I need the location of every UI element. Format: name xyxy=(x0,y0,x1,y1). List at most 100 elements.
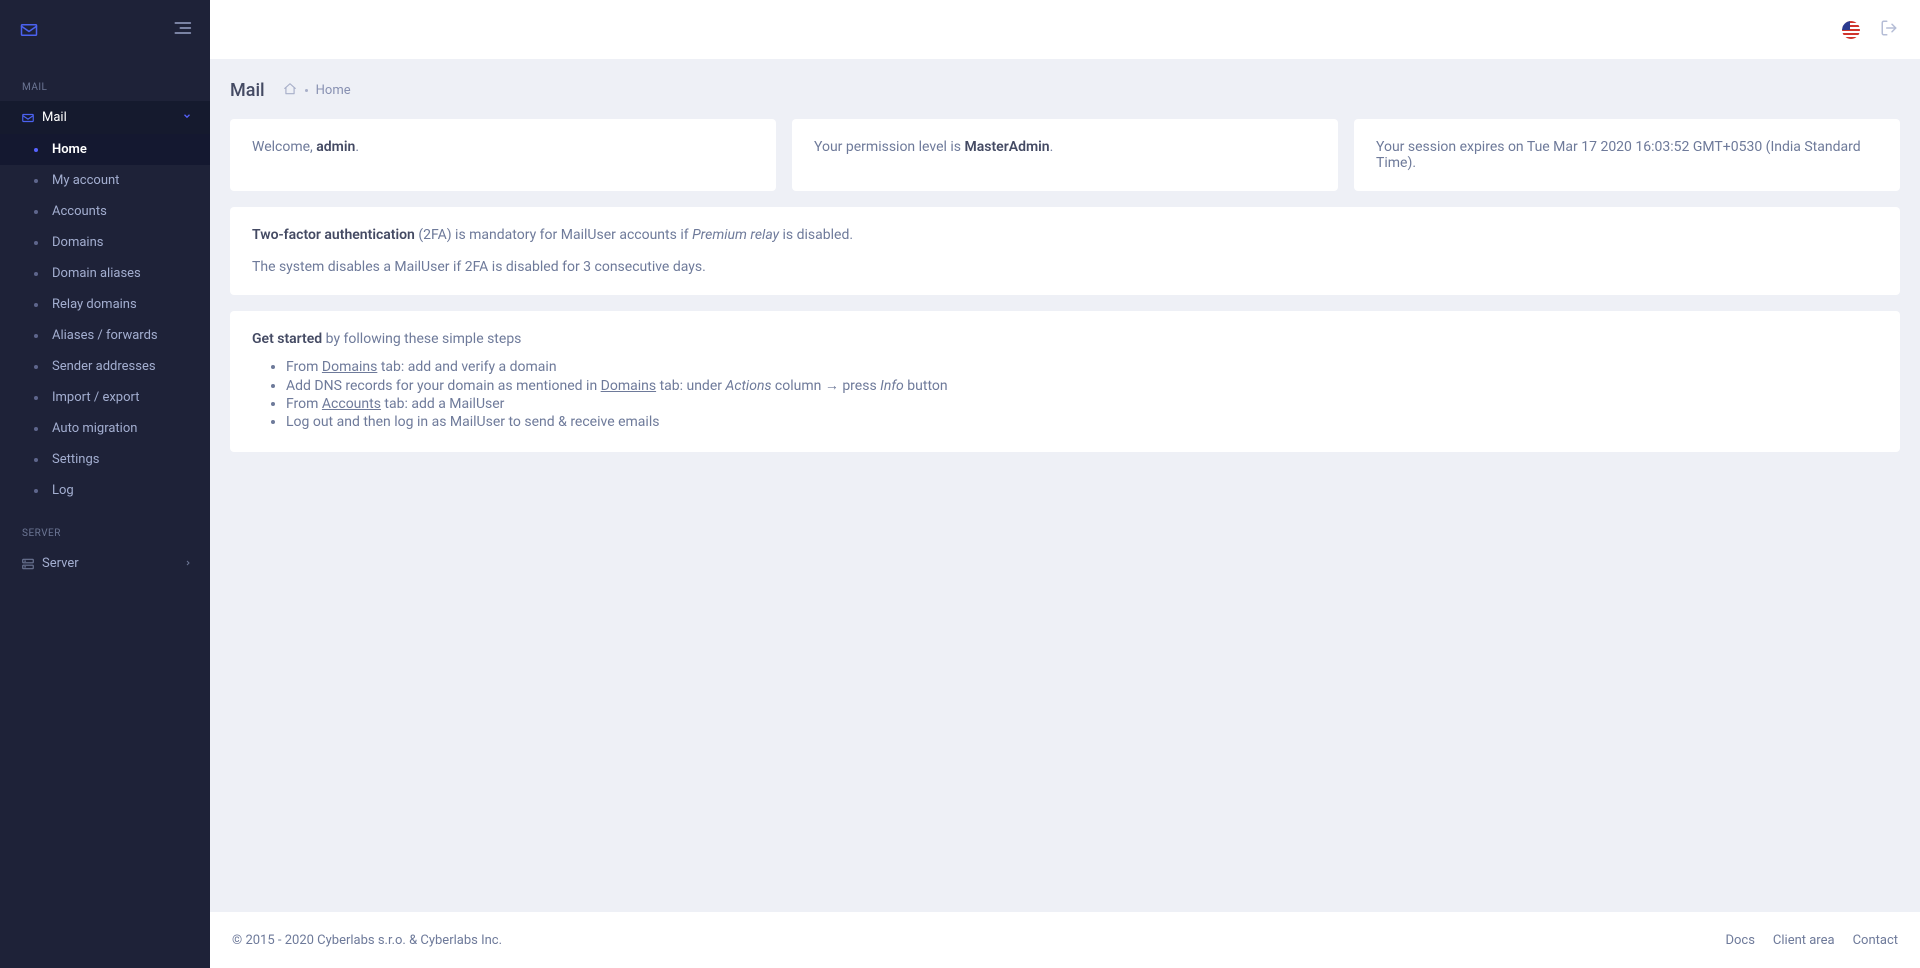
session-text: Your session expires on Tue Mar 17 2020 … xyxy=(1376,139,1861,171)
sidebar-item-settings[interactable]: Settings xyxy=(0,444,210,475)
sidebar-item-label: Domains xyxy=(52,235,103,250)
footer-copyright: © 2015 - 2020 Cyberlabs s.r.o. & Cyberla… xyxy=(232,933,502,948)
sidebar-item-import-export[interactable]: Import / export xyxy=(0,382,210,413)
sidebar-item-sender-addresses[interactable]: Sender addresses xyxy=(0,351,210,382)
nav-label-server: Server xyxy=(42,556,184,571)
bullet-icon xyxy=(34,210,38,214)
step1-b: tab: add and verify a domain xyxy=(377,359,556,375)
bullet-icon xyxy=(34,396,38,400)
welcome-suffix: . xyxy=(355,139,359,155)
sidebar-top xyxy=(0,0,210,60)
bullet-icon xyxy=(34,365,38,369)
step2-em2: Info xyxy=(880,378,904,394)
menu-toggle-icon[interactable] xyxy=(172,21,192,39)
step2-a: Add DNS records for your domain as menti… xyxy=(286,378,601,394)
bullet-icon xyxy=(34,272,38,276)
content: Mail Home Welcome, admin. Your permissio… xyxy=(210,60,1920,968)
nav-item-mail[interactable]: Mail xyxy=(0,101,210,134)
bullet-icon xyxy=(34,427,38,431)
summary-cards: Welcome, admin. Your permission level is… xyxy=(230,119,1900,191)
nav-item-server[interactable]: Server xyxy=(0,547,210,580)
welcome-card: Welcome, admin. xyxy=(230,119,776,191)
sidebar-item-log[interactable]: Log xyxy=(0,475,210,506)
step3-b: tab: add a MailUser xyxy=(381,396,504,412)
sidebar-item-aliases-forwards[interactable]: Aliases / forwards xyxy=(0,320,210,351)
mail-group-icon xyxy=(20,111,42,125)
nav-label-mail: Mail xyxy=(42,110,182,125)
sidebar-item-my-account[interactable]: My account xyxy=(0,165,210,196)
sidebar-item-label: Log xyxy=(52,483,74,498)
home-icon[interactable] xyxy=(283,82,297,100)
step3-a: From xyxy=(286,396,322,412)
sidebar-item-accounts[interactable]: Accounts xyxy=(0,196,210,227)
main: Mail Home Welcome, admin. Your permissio… xyxy=(210,0,1920,968)
sidebar-item-relay-domains[interactable]: Relay domains xyxy=(0,289,210,320)
sidebar-item-label: Sender addresses xyxy=(52,359,156,374)
breadcrumb-separator xyxy=(305,89,308,92)
step2-b: tab: under xyxy=(656,378,725,394)
bullet-icon xyxy=(34,489,38,493)
sidebar-item-label: Import / export xyxy=(52,390,139,405)
welcome-prefix: Welcome, xyxy=(252,139,316,155)
link-accounts[interactable]: Accounts xyxy=(322,396,381,412)
mail-submenu: Home My account Accounts Domains Domain … xyxy=(0,134,210,506)
sidebar-item-label: Aliases / forwards xyxy=(52,328,158,343)
footer-link-docs[interactable]: Docs xyxy=(1725,933,1754,948)
page-title: Mail xyxy=(230,80,265,101)
step-4: Log out and then log in as MailUser to s… xyxy=(286,414,1878,430)
bullet-icon xyxy=(34,179,38,183)
footer: © 2015 - 2020 Cyberlabs s.r.o. & Cyberla… xyxy=(210,912,1920,968)
sidebar-item-domains[interactable]: Domains xyxy=(0,227,210,258)
breadcrumb-current: Home xyxy=(316,83,351,98)
getstarted-bold: Get started xyxy=(252,331,322,347)
footer-link-client-area[interactable]: Client area xyxy=(1773,933,1835,948)
sidebar-item-home[interactable]: Home xyxy=(0,134,210,165)
sidebar-item-label: Domain aliases xyxy=(52,266,141,281)
sidebar: MAIL Mail Home My account Accounts Domai… xyxy=(0,0,210,968)
bullet-icon xyxy=(34,334,38,338)
step-3: From Accounts tab: add a MailUser xyxy=(286,396,1878,412)
twofa-panel: Two-factor authentication (2FA) is manda… xyxy=(230,207,1900,295)
sidebar-item-label: My account xyxy=(52,173,119,188)
mail-logo-icon xyxy=(18,21,40,39)
server-icon xyxy=(20,557,42,571)
link-domains[interactable]: Domains xyxy=(601,378,656,394)
sidebar-item-label: Settings xyxy=(52,452,99,467)
sidebar-item-label: Relay domains xyxy=(52,297,137,312)
sidebar-item-domain-aliases[interactable]: Domain aliases xyxy=(0,258,210,289)
step-1: From Domains tab: add and verify a domai… xyxy=(286,359,1878,375)
getstarted-heading: Get started by following these simple st… xyxy=(252,331,1878,347)
twofa-em: Premium relay xyxy=(692,227,779,243)
logout-icon[interactable] xyxy=(1880,19,1898,41)
bullet-icon xyxy=(34,241,38,245)
chevron-down-icon xyxy=(182,110,192,125)
breadcrumb: Home xyxy=(283,82,351,100)
sidebar-item-label: Home xyxy=(52,142,87,157)
sidebar-item-label: Auto migration xyxy=(52,421,137,436)
language-flag-icon[interactable] xyxy=(1842,21,1860,39)
twofa-bold: Two-factor authentication xyxy=(252,227,415,243)
section-label-server: SERVER xyxy=(0,506,210,547)
chevron-right-icon xyxy=(184,556,192,571)
bullet-icon xyxy=(34,148,38,152)
footer-link-contact[interactable]: Contact xyxy=(1853,933,1898,948)
perm-prefix: Your permission level is xyxy=(814,139,964,155)
getstarted-steps: From Domains tab: add and verify a domai… xyxy=(252,359,1878,430)
step2-d: button xyxy=(904,378,948,394)
link-domains[interactable]: Domains xyxy=(322,359,377,375)
topbar xyxy=(210,0,1920,60)
session-card: Your session expires on Tue Mar 17 2020 … xyxy=(1354,119,1900,191)
perm-level: MasterAdmin xyxy=(964,139,1049,155)
permission-card: Your permission level is MasterAdmin. xyxy=(792,119,1338,191)
header-row: Mail Home xyxy=(230,80,1900,101)
perm-suffix: . xyxy=(1050,139,1054,155)
section-label-mail: MAIL xyxy=(0,60,210,101)
sidebar-item-auto-migration[interactable]: Auto migration xyxy=(0,413,210,444)
footer-links: Docs Client area Contact xyxy=(1725,933,1898,948)
twofa-mid2: is disabled. xyxy=(779,227,853,243)
step1-a: From xyxy=(286,359,322,375)
bullet-icon xyxy=(34,303,38,307)
twofa-line1: Two-factor authentication (2FA) is manda… xyxy=(252,227,1878,243)
step-2: Add DNS records for your domain as menti… xyxy=(286,377,1878,394)
step2-em1: Actions xyxy=(725,378,771,394)
